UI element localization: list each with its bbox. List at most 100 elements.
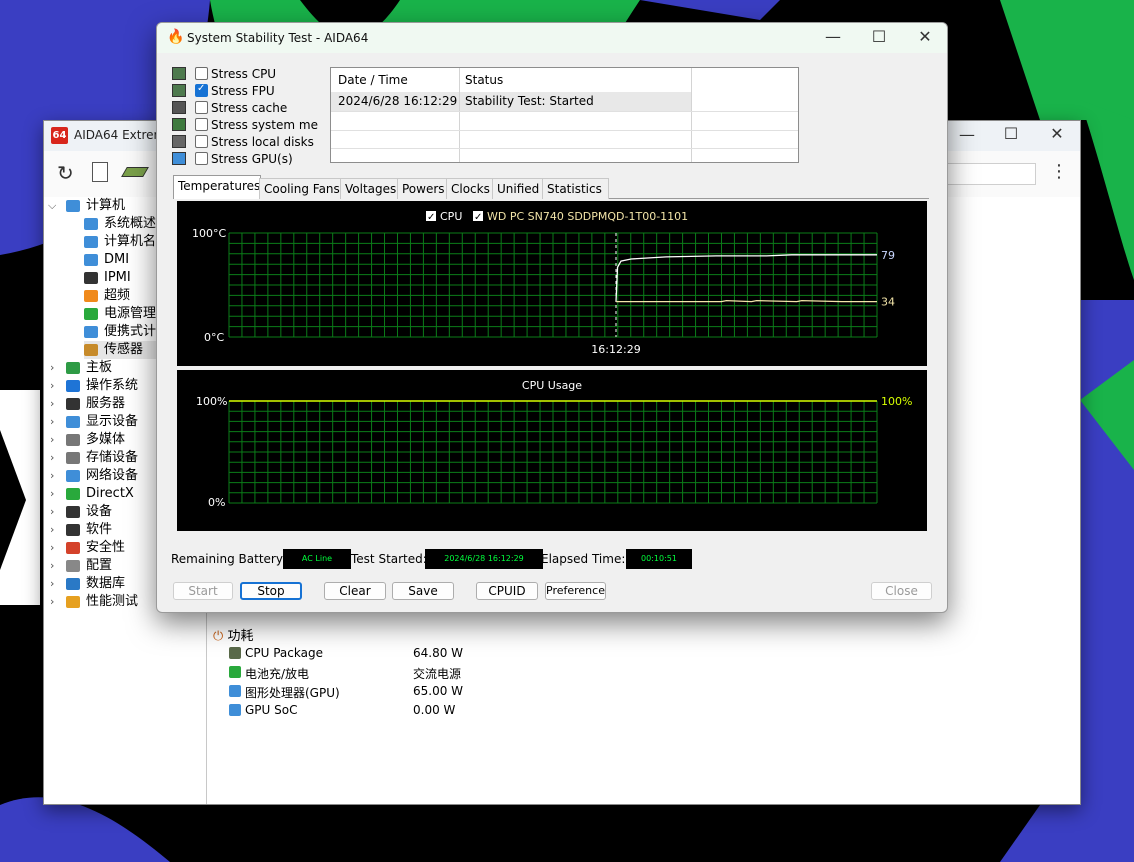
stress-option-label[interactable]: Stress cache: [211, 101, 319, 115]
list-item[interactable]: CPU Package 64.80 W: [227, 645, 527, 663]
preferences-button[interactable]: Preferences: [545, 582, 606, 600]
sensor-value: 65.00 W: [413, 684, 464, 698]
refresh-icon[interactable]: ↻: [57, 161, 74, 185]
sensor-name: GPU SoC: [245, 703, 298, 717]
elapsed-time-value: 00:10:51: [626, 549, 692, 569]
tab-powers[interactable]: Powers: [397, 178, 450, 199]
tree-label: 便携式计: [104, 324, 157, 339]
chevron-right-icon[interactable]: ›: [50, 359, 54, 377]
chevron-right-icon[interactable]: ›: [50, 593, 54, 611]
search-input[interactable]: [934, 163, 1036, 185]
tree-item[interactable]: 电源管理: [84, 305, 164, 323]
tree-label: DMI: [104, 252, 130, 267]
stress-option-checkbox[interactable]: [195, 83, 208, 97]
tree-section-icon: [66, 524, 80, 536]
chevron-right-icon[interactable]: ›: [50, 395, 54, 413]
stress-option-label[interactable]: Stress FPU: [211, 84, 319, 98]
tree-section-icon: [66, 470, 80, 482]
stress-option-checkbox[interactable]: [195, 135, 208, 148]
close-dialog-button[interactable]: Close: [871, 582, 932, 600]
list-item[interactable]: 电池充/放电 交流电源: [227, 664, 527, 682]
tree-label: 计算机名: [104, 234, 157, 249]
tree-item-icon: [84, 236, 98, 248]
clear-button[interactable]: Clear: [324, 582, 386, 600]
start-button[interactable]: Start: [173, 582, 233, 600]
maximize-button[interactable]: ☐: [869, 27, 889, 46]
log-header-datetime[interactable]: Date / Time: [331, 68, 460, 92]
stress-option-label[interactable]: Stress system memo: [211, 118, 319, 132]
tree-label: 安全性: [86, 540, 126, 555]
maximize-button[interactable]: ☐: [1001, 124, 1021, 143]
chevron-right-icon[interactable]: ›: [50, 539, 54, 557]
list-item[interactable]: 图形处理器(GPU) 65.00 W: [227, 683, 527, 701]
stress-option-label[interactable]: Stress CPU: [211, 67, 319, 81]
tree-item[interactable]: 系统概述: [84, 215, 164, 233]
usage-current-value: 100%: [881, 395, 912, 408]
stress-option-icon: [172, 101, 186, 114]
chevron-right-icon[interactable]: ›: [50, 467, 54, 485]
save-button[interactable]: Save: [392, 582, 454, 600]
more-options-icon[interactable]: ⋮: [1050, 161, 1068, 182]
tree-item-icon: [84, 308, 98, 320]
chevron-right-icon[interactable]: ›: [50, 575, 54, 593]
stress-option-checkbox[interactable]: [195, 152, 208, 165]
tree-item[interactable]: 计算机名: [84, 233, 164, 251]
tree-label: 数据库: [86, 576, 126, 591]
tab-voltages[interactable]: Voltages: [340, 178, 399, 199]
chevron-down-icon[interactable]: ⌵: [48, 197, 56, 215]
tab-clocks[interactable]: Clocks: [446, 178, 496, 199]
log-header-status[interactable]: Status: [459, 68, 692, 92]
stress-option-label[interactable]: Stress local disks: [211, 135, 319, 149]
tree-label: 系统概述: [104, 216, 157, 231]
tab-unified[interactable]: Unified: [492, 178, 546, 199]
minimize-button[interactable]: —: [957, 125, 977, 144]
table-row[interactable]: 2024/6/28 16:12:29 Stability Test: Start…: [331, 92, 691, 111]
temperature-chart-svg: ✓ CPU ✓ WD PC SN740 SDDPMQD-1T00-1101 100°C 0…: [192, 210, 895, 356]
column-divider: [459, 92, 460, 162]
tree-item[interactable]: 超频: [84, 287, 164, 305]
tree-label: 多媒体: [86, 432, 126, 447]
chevron-right-icon[interactable]: ›: [50, 431, 54, 449]
sensor-icon: [229, 704, 241, 716]
tree-section-icon: [66, 560, 80, 572]
report-icon[interactable]: [92, 162, 108, 182]
tree-item[interactable]: 传感器: [84, 341, 164, 359]
tree-item[interactable]: DMI: [84, 251, 164, 269]
stress-option-checkbox[interactable]: [195, 101, 208, 114]
tree-label: 超频: [104, 288, 131, 303]
legend-label: WD PC SN740 SDDPMQD-1T00-1101: [487, 210, 688, 223]
chevron-right-icon[interactable]: ›: [50, 449, 54, 467]
tree-item-icon: [84, 326, 98, 338]
motherboard-icon[interactable]: [121, 167, 149, 177]
chevron-right-icon[interactable]: ›: [50, 413, 54, 431]
tree-item[interactable]: 便携式计: [84, 323, 164, 341]
tree-label: 传感器: [104, 342, 144, 357]
y-axis-bottom-label: 0%: [208, 496, 225, 509]
stress-option-checkbox[interactable]: [195, 118, 208, 131]
tree-section-icon: [66, 398, 80, 410]
chevron-right-icon[interactable]: ›: [50, 521, 54, 539]
chevron-right-icon[interactable]: ›: [50, 377, 54, 395]
stop-button[interactable]: Stop: [240, 582, 302, 600]
stress-option-checkbox[interactable]: [195, 67, 208, 80]
test-started-label: Test Started:: [351, 552, 427, 566]
cpuid-button[interactable]: CPUID: [476, 582, 538, 600]
stability-window-title: System Stability Test - AIDA64: [187, 31, 369, 45]
close-button[interactable]: ✕: [915, 27, 935, 46]
list-item[interactable]: GPU SoC 0.00 W: [227, 702, 527, 720]
chevron-right-icon[interactable]: ›: [50, 485, 54, 503]
tab-temperatures[interactable]: Temperatures: [173, 175, 261, 199]
tree-label: 网络设备: [86, 468, 139, 483]
tab-statistics[interactable]: Statistics: [542, 178, 609, 199]
tree-item[interactable]: IPMI: [84, 269, 164, 287]
minimize-button[interactable]: —: [823, 27, 843, 46]
chevron-right-icon[interactable]: ›: [50, 557, 54, 575]
stress-option-label[interactable]: Stress GPU(s): [211, 152, 319, 166]
tree-label: 计算机: [86, 198, 126, 213]
sensor-name: CPU Package: [245, 646, 323, 660]
close-button[interactable]: ✕: [1047, 124, 1067, 143]
stress-option-icon: [172, 84, 186, 97]
chevron-right-icon[interactable]: ›: [50, 503, 54, 521]
flame-icon: 🔥: [167, 29, 185, 45]
tab-cooling-fans[interactable]: Cooling Fans: [259, 178, 344, 199]
